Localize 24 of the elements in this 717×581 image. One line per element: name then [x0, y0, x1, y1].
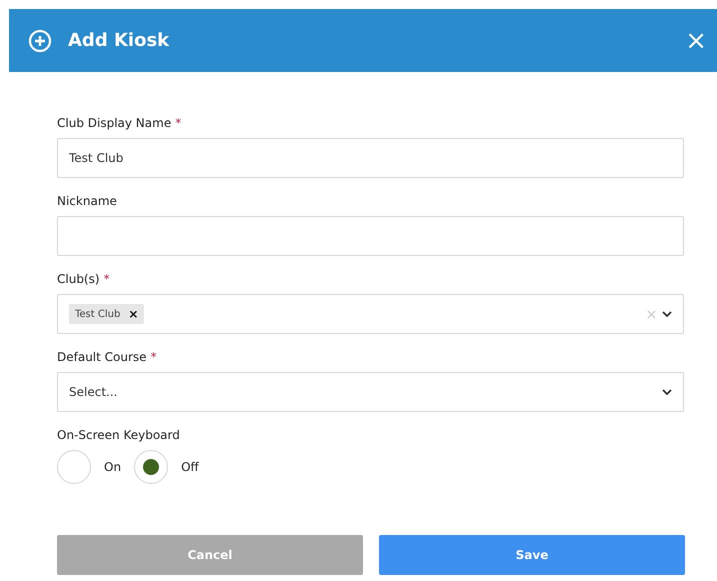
dialog-title: Add Kiosk — [68, 30, 170, 51]
required-mark: * — [150, 350, 157, 364]
field-label: Club(s) — [57, 272, 100, 286]
field-label: On-Screen Keyboard — [57, 428, 180, 442]
required-mark: * — [175, 116, 182, 130]
input-field[interactable] — [57, 216, 684, 256]
input-field[interactable]: Test Club — [57, 138, 684, 178]
field-label: Club Display Name — [57, 116, 172, 130]
select-field[interactable]: Select... — [57, 372, 684, 412]
chevron-down-icon[interactable] — [662, 311, 672, 317]
required-mark: * — [104, 272, 110, 286]
chevron-down-icon[interactable] — [662, 389, 672, 395]
radio-label: On — [104, 460, 122, 474]
select-field[interactable]: Test Club × — [57, 294, 684, 334]
radio-button[interactable] — [134, 450, 168, 484]
radio-label: Off — [181, 460, 199, 474]
add-circle-icon — [28, 28, 52, 52]
field-label: Default Course — [57, 350, 147, 364]
field-label: Nickname — [57, 194, 117, 208]
close-button[interactable]: × — [685, 28, 707, 54]
tag-remove[interactable]: × — [128, 307, 138, 321]
select-placeholder: Select... — [69, 385, 118, 399]
radio-button[interactable] — [57, 450, 91, 484]
tag-label: Test Club — [75, 308, 120, 320]
